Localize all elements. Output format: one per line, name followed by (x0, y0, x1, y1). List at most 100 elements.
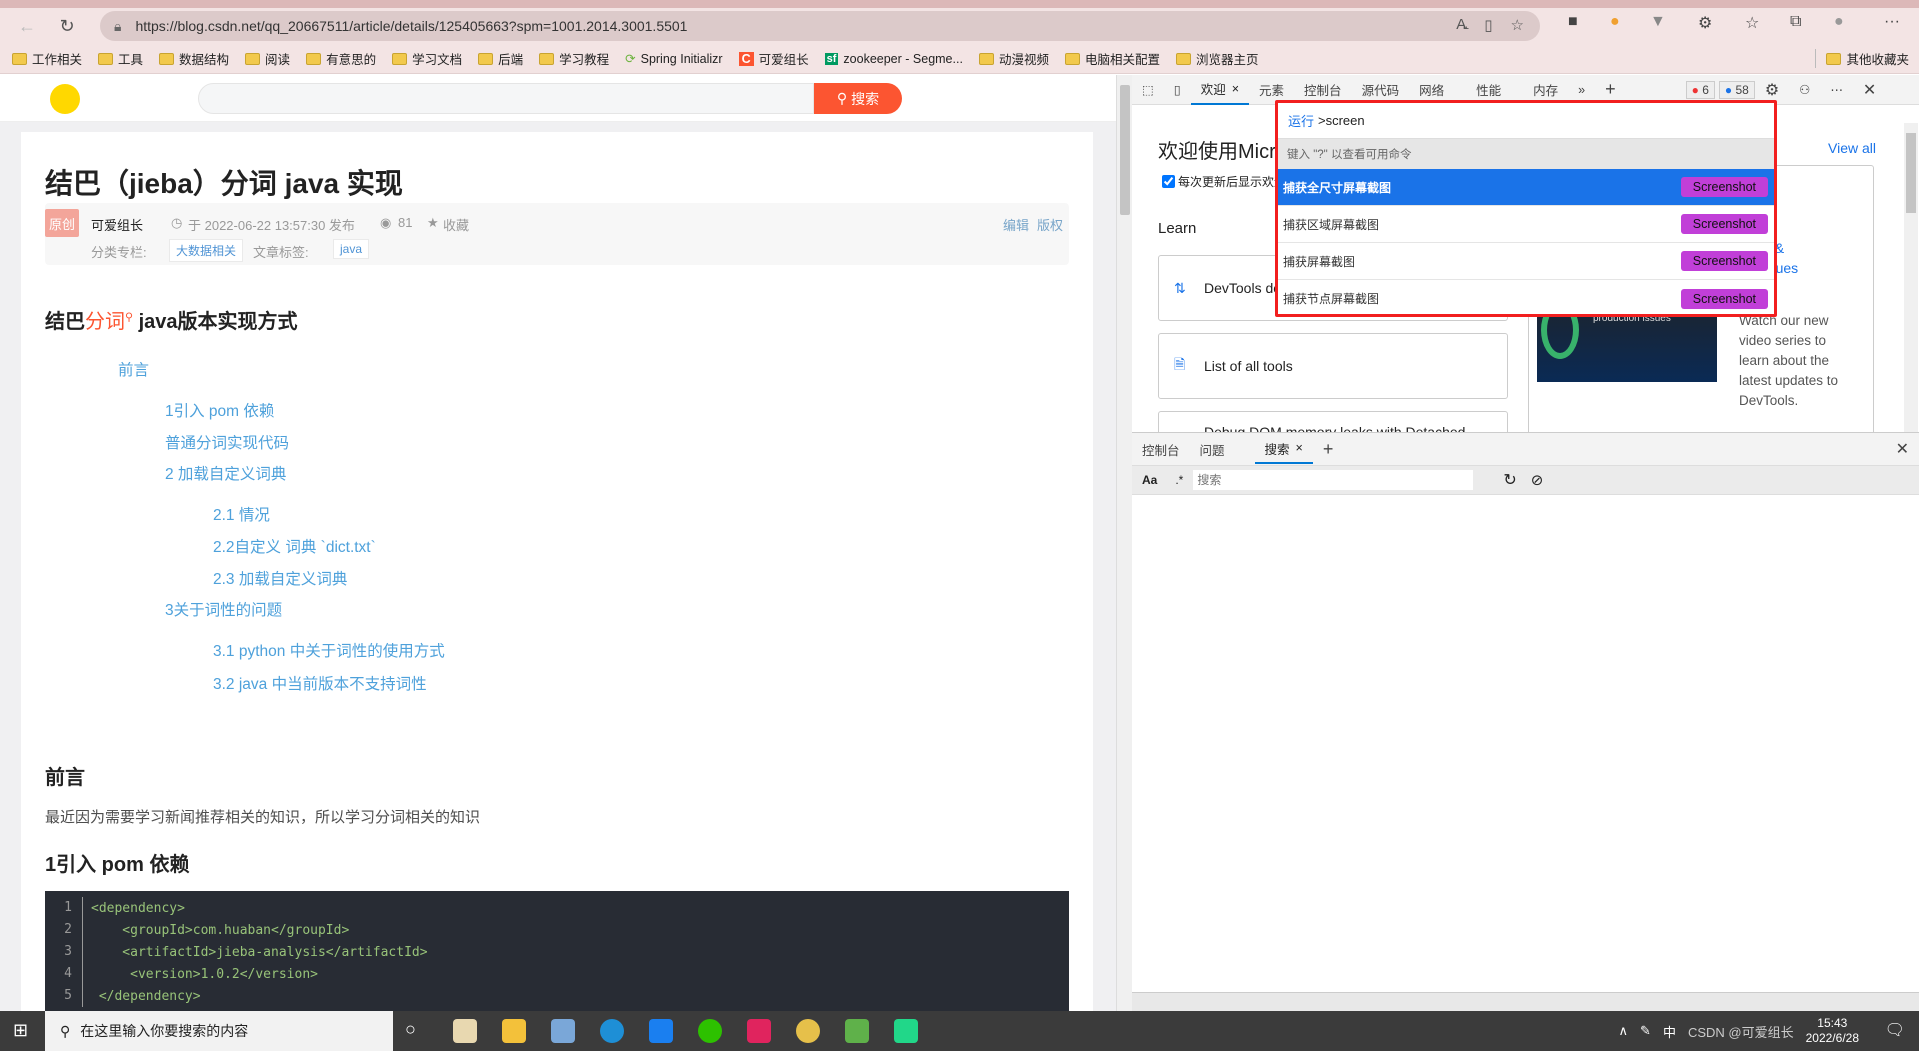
bookmark[interactable]: 浏览器主页 (1175, 49, 1258, 68)
pycharm-icon[interactable] (894, 1019, 918, 1043)
windows-start-icon[interactable]: ⊞ (13, 1020, 28, 1041)
toc-item[interactable]: 2.2自定义 词典 `dict.txt` (213, 535, 376, 557)
regex-toggle[interactable]: .* (1175, 473, 1183, 487)
tools-card[interactable]: 🗎︎ List of all tools (1158, 333, 1508, 399)
refresh-icon[interactable]: ↻ (52, 11, 82, 41)
add-tab-icon[interactable]: + (1313, 434, 1344, 464)
extension-icon[interactable]: ▼ (1650, 13, 1666, 31)
error-count[interactable]: ● 6 (1685, 80, 1715, 99)
tab-welcome[interactable]: 欢迎 × (1190, 75, 1250, 105)
memory-card[interactable]: Debug DOM memory leaks with Detached (1158, 411, 1508, 432)
bookmark[interactable]: 有意思的 (306, 49, 376, 68)
drawer-tab-console[interactable]: 控制台 (1132, 434, 1190, 464)
page-scrollbar[interactable] (1116, 75, 1132, 1011)
scrollbar-thumb[interactable] (1906, 133, 1916, 213)
search-input[interactable] (1193, 470, 1474, 490)
toc-item[interactable]: 2.1 情况 (213, 503, 270, 525)
feishu-icon[interactable] (649, 1019, 673, 1043)
notepad-icon[interactable] (845, 1019, 869, 1043)
pen-icon[interactable]: ✎ (1640, 1023, 1651, 1039)
bookmark[interactable]: 学习文档 (392, 49, 462, 68)
toc-item[interactable]: 2 加载自定义词典 (165, 462, 286, 484)
csdn-search-input[interactable] (198, 83, 814, 114)
favorites-icon[interactable]: ☆ (1745, 13, 1759, 33)
bookmark[interactable]: 后端 (478, 49, 523, 68)
scrollbar-thumb[interactable] (1120, 85, 1130, 215)
view-all-link[interactable]: View all (1828, 140, 1876, 156)
feedback-icon[interactable]: ⚇ (1789, 75, 1820, 105)
bookmark[interactable]: 阅读 (245, 49, 290, 68)
bookmark[interactable]: 工具 (98, 49, 143, 68)
notification-icon[interactable]: 🗨︎ (1885, 1020, 1905, 1040)
author-link[interactable]: 可爱组长 (91, 215, 143, 234)
csdn-search-button[interactable]: ⚲ 搜索 (814, 83, 902, 114)
bookmark[interactable]: 数据结构 (159, 49, 229, 68)
bookmark[interactable]: C 可爱组长 (738, 49, 809, 68)
tray-chevron-icon[interactable]: ∧ (1619, 1023, 1629, 1039)
csdn-logo[interactable] (50, 84, 80, 114)
bookmark[interactable]: sf zookeeper - Segme... (824, 52, 963, 66)
favorite-icon[interactable]: ★ (427, 215, 439, 231)
refresh-icon[interactable]: ↻ (1503, 470, 1516, 490)
bookmark[interactable]: 动漫视频 (978, 49, 1049, 68)
clear-icon[interactable]: ⊘ (1531, 471, 1544, 489)
immersive-reader-icon[interactable]: ▯ (1484, 16, 1492, 34)
category-tag[interactable]: 大数据相关 (169, 239, 244, 262)
toc-item[interactable]: 3关于词性的问题 (165, 598, 282, 620)
match-case-toggle[interactable]: Aa (1142, 473, 1157, 487)
bookmark[interactable]: ⟳ Spring Initializr (625, 51, 722, 67)
other-bookmarks[interactable]: 其他收藏夹 (1815, 49, 1909, 68)
message-count[interactable]: ● 58 (1718, 80, 1755, 99)
close-icon[interactable]: × (1232, 82, 1239, 96)
cortana-icon[interactable]: ○ (405, 1019, 416, 1040)
edge-icon[interactable] (600, 1019, 624, 1043)
bookmark[interactable]: 学习教程 (539, 49, 609, 68)
profile-avatar[interactable]: ● (1834, 13, 1844, 31)
extension-icon[interactable]: ● (1610, 13, 1620, 31)
toc-item[interactable]: 3.1 python 中关于词性的使用方式 (213, 639, 445, 661)
bookmark[interactable]: 工作相关 (12, 49, 82, 68)
edit-link[interactable]: 编辑 (1003, 215, 1029, 234)
toc-item[interactable]: 3.2 java 中当前版本不支持词性 (213, 672, 427, 694)
ime-indicator[interactable]: 中 (1663, 1022, 1676, 1041)
device-emulation-icon[interactable]: ▯ (1164, 75, 1191, 105)
close-devtools-icon[interactable]: ✕ (1853, 75, 1886, 105)
close-icon[interactable]: × (1296, 441, 1303, 455)
toc-item[interactable]: 2.3 加载自定义词典 (213, 567, 347, 589)
intellij-icon[interactable] (747, 1019, 771, 1043)
show-on-update-checkbox[interactable]: 每次更新后显示欢迎 (1162, 173, 1286, 190)
wechat-icon[interactable] (698, 1019, 722, 1043)
taskbar-search[interactable]: ⚲ 在这里输入你要搜索的内容 (45, 1011, 393, 1051)
drawer-tab-issues[interactable]: 问题 (1190, 434, 1235, 464)
remote-desktop-icon[interactable] (551, 1019, 575, 1043)
command-item[interactable]: 捕获屏幕截图 Screenshot (1278, 243, 1774, 280)
drawer-tab-search[interactable]: 搜索 × (1254, 434, 1313, 464)
back-icon[interactable]: ← (12, 11, 42, 41)
article-tag[interactable]: java (333, 239, 370, 259)
checkbox[interactable] (1162, 175, 1175, 188)
app-icon[interactable] (796, 1019, 820, 1043)
extensions-icon[interactable]: ⚙ (1698, 13, 1712, 33)
read-aloud-icon[interactable]: A꜡ (1456, 16, 1466, 34)
welcome-scrollbar[interactable] (1904, 123, 1918, 432)
copyright-link[interactable]: 版权 (1037, 215, 1063, 234)
keyword-link[interactable]: 分词 (85, 311, 125, 333)
command-input[interactable]: 运行 >screen (1278, 103, 1774, 139)
toc-item[interactable]: 前言 (118, 358, 149, 380)
extension-icon[interactable]: ■ (1568, 13, 1578, 31)
address-bar[interactable]: 🔒︎ https://blog.csdn.net/qq_20667511/art… (100, 11, 1540, 41)
command-item[interactable]: 捕获节点屏幕截图 Screenshot (1278, 280, 1774, 317)
favorite-label[interactable]: 收藏 (443, 215, 469, 234)
collections-icon[interactable]: ⧉ (1790, 13, 1801, 31)
inspect-icon[interactable]: ⬚ (1132, 75, 1164, 105)
more-options-icon[interactable]: ⋯ (1820, 75, 1853, 105)
favorite-star-icon[interactable]: ☆ (1511, 16, 1524, 34)
command-item[interactable]: 捕获区域屏幕截图 Screenshot (1278, 206, 1774, 243)
toc-item[interactable]: 1引入 pom 依赖 (165, 399, 274, 421)
more-menu-icon[interactable]: ··· (1884, 13, 1900, 31)
clock[interactable]: 15:43 2022/6/28 (1806, 1016, 1859, 1046)
toc-item[interactable]: 普通分词实现代码 (165, 431, 289, 453)
java-app-icon[interactable] (453, 1019, 477, 1043)
bookmark[interactable]: 电脑相关配置 (1064, 49, 1160, 68)
command-item[interactable]: 捕获全尺寸屏幕截图 Screenshot (1278, 169, 1774, 206)
